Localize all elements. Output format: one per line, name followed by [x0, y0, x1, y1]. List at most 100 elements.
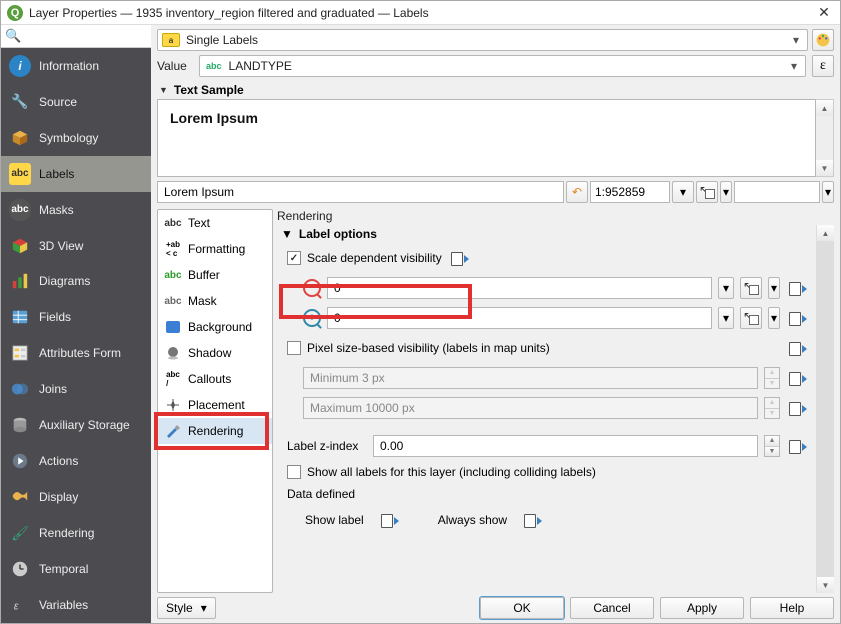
sidebar-item-information[interactable]: i Information [1, 48, 151, 84]
max-px-input: Maximum 10000 px [303, 397, 758, 419]
min-scale-input[interactable]: 0 [327, 277, 712, 299]
min-scale-override-button[interactable] [786, 277, 808, 299]
expression-button[interactable]: ε [812, 55, 834, 77]
sidebar-item-labels[interactable]: abc Labels [1, 156, 151, 192]
chevron-down-icon: ▾ [789, 33, 803, 47]
sidebar-item-temporal[interactable]: Temporal [1, 551, 151, 587]
tab-buffer[interactable]: abc Buffer [158, 262, 272, 288]
sidebar-item-3dview[interactable]: 3D View [1, 228, 151, 264]
tab-text[interactable]: abc Text [158, 210, 272, 236]
sidebar-item-diagrams[interactable]: Diagrams [1, 263, 151, 299]
chevron-down-icon: ▾ [201, 601, 207, 615]
pixel-visibility-checkbox[interactable] [287, 341, 301, 355]
scale-visibility-checkbox[interactable] [287, 251, 301, 265]
pixel-visibility-override-button[interactable] [786, 337, 808, 359]
show-all-labels-checkbox[interactable] [287, 465, 301, 479]
tab-shadow[interactable]: Shadow [158, 340, 272, 366]
tab-mask[interactable]: abc Mask [158, 288, 272, 314]
max-px-override-button[interactable] [786, 397, 808, 419]
value-field-combo[interactable]: abc LANDTYPE ▾ [199, 55, 806, 77]
formatting-icon: +ab< c [164, 242, 182, 256]
min-scale-dd[interactable]: ▾ [718, 277, 734, 299]
override-icon [381, 513, 397, 527]
scroll-up-icon[interactable]: ▲ [817, 225, 834, 241]
value-field-text: LANDTYPE [229, 59, 787, 73]
scroll-up-icon[interactable]: ▲ [816, 100, 833, 116]
diagrams-icon [9, 270, 31, 292]
sample-scrollbar[interactable]: ▲ ▼ [816, 99, 834, 177]
buffer-icon: abc [164, 268, 182, 282]
label-options-header[interactable]: ▼ Label options [277, 225, 814, 243]
text-sample-preview: Lorem Ipsum [157, 99, 816, 177]
sidebar-item-joins[interactable]: Joins [1, 371, 151, 407]
sample-text-input[interactable]: Lorem Ipsum [157, 181, 564, 203]
close-button[interactable]: ✕ [814, 4, 834, 21]
help-button[interactable]: Help [750, 597, 834, 619]
sidebar-item-label: Fields [39, 310, 143, 324]
sidebar-item-attributes-form[interactable]: Attributes Form [1, 335, 151, 371]
label-mode-combo[interactable]: a Single Labels ▾ [157, 29, 808, 51]
sidebar-item-label: Source [39, 95, 143, 109]
color-preview[interactable] [734, 181, 820, 203]
min-px-override-button[interactable] [786, 367, 808, 389]
show-label-override-button[interactable] [378, 509, 400, 531]
tab-formatting[interactable]: +ab< c Formatting [158, 236, 272, 262]
tab-callouts[interactable]: abc/ Callouts [158, 366, 272, 392]
sidebar-item-label: Attributes Form [39, 346, 143, 360]
max-scale-picker-dd[interactable]: ▾ [768, 307, 780, 329]
tab-placement[interactable]: Placement [158, 392, 272, 418]
always-show-override-button[interactable] [521, 509, 543, 531]
apply-button[interactable]: Apply [660, 597, 744, 619]
min-scale-picker-dd[interactable]: ▾ [768, 277, 780, 299]
sidebar-item-fields[interactable]: Fields [1, 299, 151, 335]
tab-rendering[interactable]: Rendering [158, 418, 272, 444]
sidebar-item-label: Masks [39, 203, 143, 217]
style-menu-button[interactable]: Style ▾ [157, 597, 216, 619]
tab-background[interactable]: Background [158, 314, 272, 340]
max-scale-override-button[interactable] [786, 307, 808, 329]
scale-dropdown-button[interactable]: ▾ [672, 181, 694, 203]
color-dd-button[interactable]: ▾ [822, 181, 834, 203]
render-scrollbar[interactable]: ▲ ▼ [816, 225, 834, 593]
zindex-spinner[interactable]: ▲▼ [764, 435, 780, 457]
scale-input[interactable]: 1:952859 [590, 181, 670, 203]
sidebar-item-label: Rendering [39, 526, 143, 540]
scroll-down-icon[interactable]: ▼ [817, 577, 834, 593]
label-settings-button[interactable] [812, 29, 834, 51]
info-icon: i [9, 55, 31, 77]
max-scale-picker[interactable] [740, 307, 762, 329]
sidebar-item-rendering[interactable]: Rendering [1, 515, 151, 551]
zindex-input[interactable]: 0.00 [373, 435, 758, 457]
max-scale-dd[interactable]: ▾ [718, 307, 734, 329]
sidebar-item-auxiliary-storage[interactable]: Auxiliary Storage [1, 407, 151, 443]
labels-icon: abc [9, 163, 31, 185]
picker-dd-button[interactable]: ▾ [720, 181, 732, 203]
sidebar-item-label: Display [39, 490, 143, 504]
sidebar-item-label: Symbology [39, 131, 143, 145]
sidebar-item-actions[interactable]: Actions [1, 443, 151, 479]
zindex-override-button[interactable] [786, 435, 808, 457]
map-picker-button[interactable] [696, 181, 718, 203]
label-mode-icon: a [162, 33, 180, 47]
wrench-icon [9, 91, 31, 113]
scroll-down-icon[interactable]: ▼ [816, 160, 833, 176]
sidebar-item-label: 3D View [39, 239, 143, 253]
text-sample-header[interactable]: ▼ Text Sample [151, 81, 840, 99]
sidebar-item-symbology[interactable]: Symbology [1, 120, 151, 156]
min-scale-picker[interactable] [740, 277, 762, 299]
sidebar-item-masks[interactable]: abc Masks [1, 192, 151, 228]
joins-icon [9, 378, 31, 400]
reset-sample-button[interactable]: ↶ [566, 181, 588, 203]
sidebar-item-label: Joins [39, 382, 143, 396]
mask-icon: abc [164, 294, 182, 308]
ok-button[interactable]: OK [480, 597, 564, 619]
form-icon [9, 342, 31, 364]
max-scale-input[interactable]: 0 [327, 307, 712, 329]
sidebar-item-display[interactable]: Display [1, 479, 151, 515]
cancel-button[interactable]: Cancel [570, 597, 654, 619]
scale-visibility-override-button[interactable] [448, 247, 470, 269]
sidebar-search[interactable]: 🔍 ⨯ [1, 25, 151, 48]
sidebar-item-variables[interactable]: ε Variables [1, 587, 151, 623]
sidebar-item-source[interactable]: Source [1, 84, 151, 120]
sidebar-item-label: Variables [39, 598, 143, 612]
